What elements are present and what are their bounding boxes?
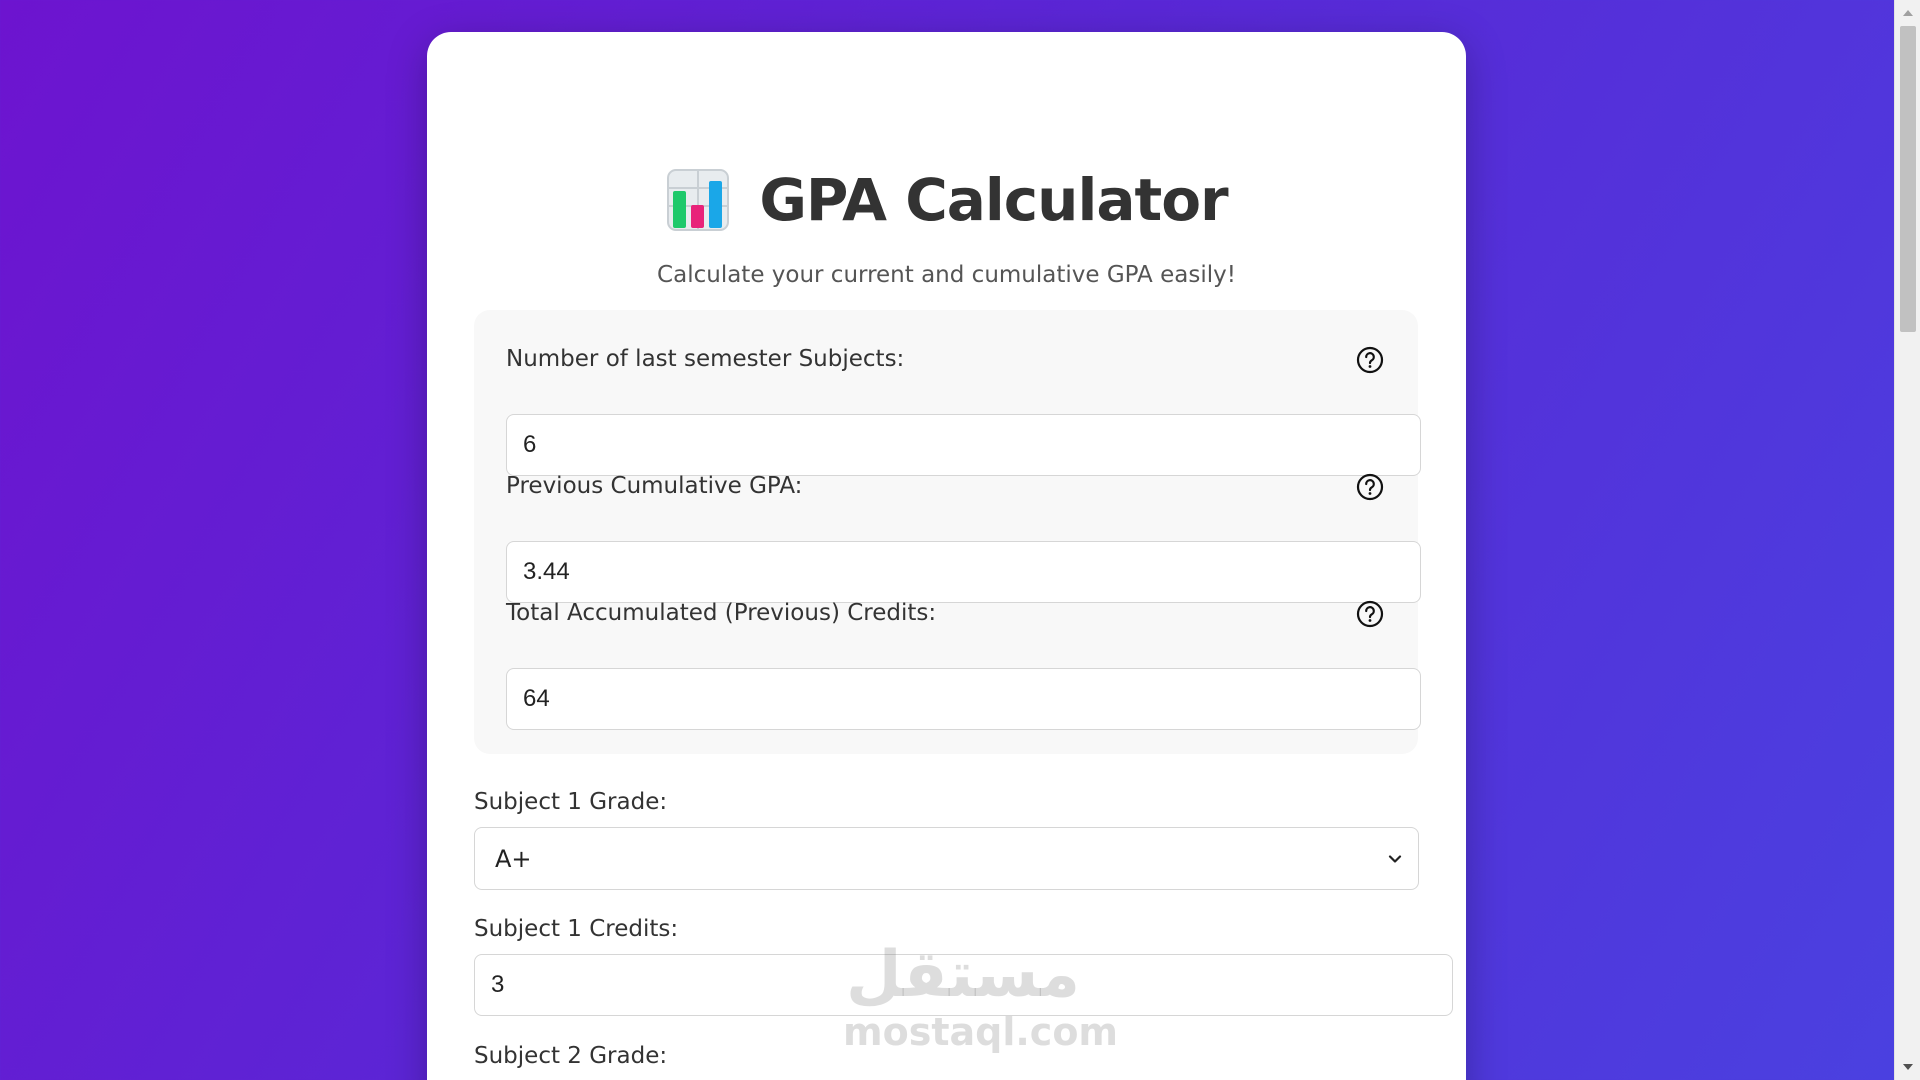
- bar-chart-icon: [667, 169, 730, 231]
- previous-credits-input[interactable]: [506, 668, 1421, 730]
- previous-credits-label: Total Accumulated (Previous) Credits:: [506, 600, 937, 626]
- subject-1-grade-select[interactable]: A+: [474, 827, 1419, 890]
- page-subtitle: Calculate your current and cumulative GP…: [657, 262, 1236, 288]
- subject-1-credits-label: Subject 1 Credits:: [474, 916, 679, 942]
- scroll-up-arrow-icon[interactable]: [1902, 8, 1914, 18]
- page-title: GPA Calculator: [759, 166, 1228, 234]
- previous-gpa-input[interactable]: [506, 541, 1421, 603]
- vertical-scrollbar[interactable]: [1894, 0, 1920, 1080]
- subject-1-grade-value: A+: [495, 844, 532, 873]
- calculator-card: GPA Calculator Calculate your current an…: [427, 32, 1466, 1080]
- subject-2-grade-label: Subject 2 Grade:: [474, 1043, 668, 1069]
- question-circle-icon[interactable]: [1356, 600, 1384, 628]
- previous-gpa-label: Previous Cumulative GPA:: [506, 473, 803, 499]
- subject-1-grade-label: Subject 1 Grade:: [474, 789, 668, 815]
- scroll-thumb[interactable]: [1900, 26, 1916, 332]
- question-circle-icon[interactable]: [1356, 346, 1384, 374]
- scroll-down-arrow-icon[interactable]: [1902, 1062, 1914, 1072]
- question-circle-icon[interactable]: [1356, 473, 1384, 501]
- subjects-count-input[interactable]: [506, 414, 1421, 476]
- chevron-down-icon: [1388, 855, 1402, 863]
- subjects-count-label: Number of last semester Subjects:: [506, 346, 905, 372]
- previous-record-panel: Number of last semester Subjects: Previo…: [474, 310, 1421, 754]
- header: GPA Calculator: [427, 160, 1466, 240]
- subject-1-credits-input[interactable]: [474, 954, 1453, 1016]
